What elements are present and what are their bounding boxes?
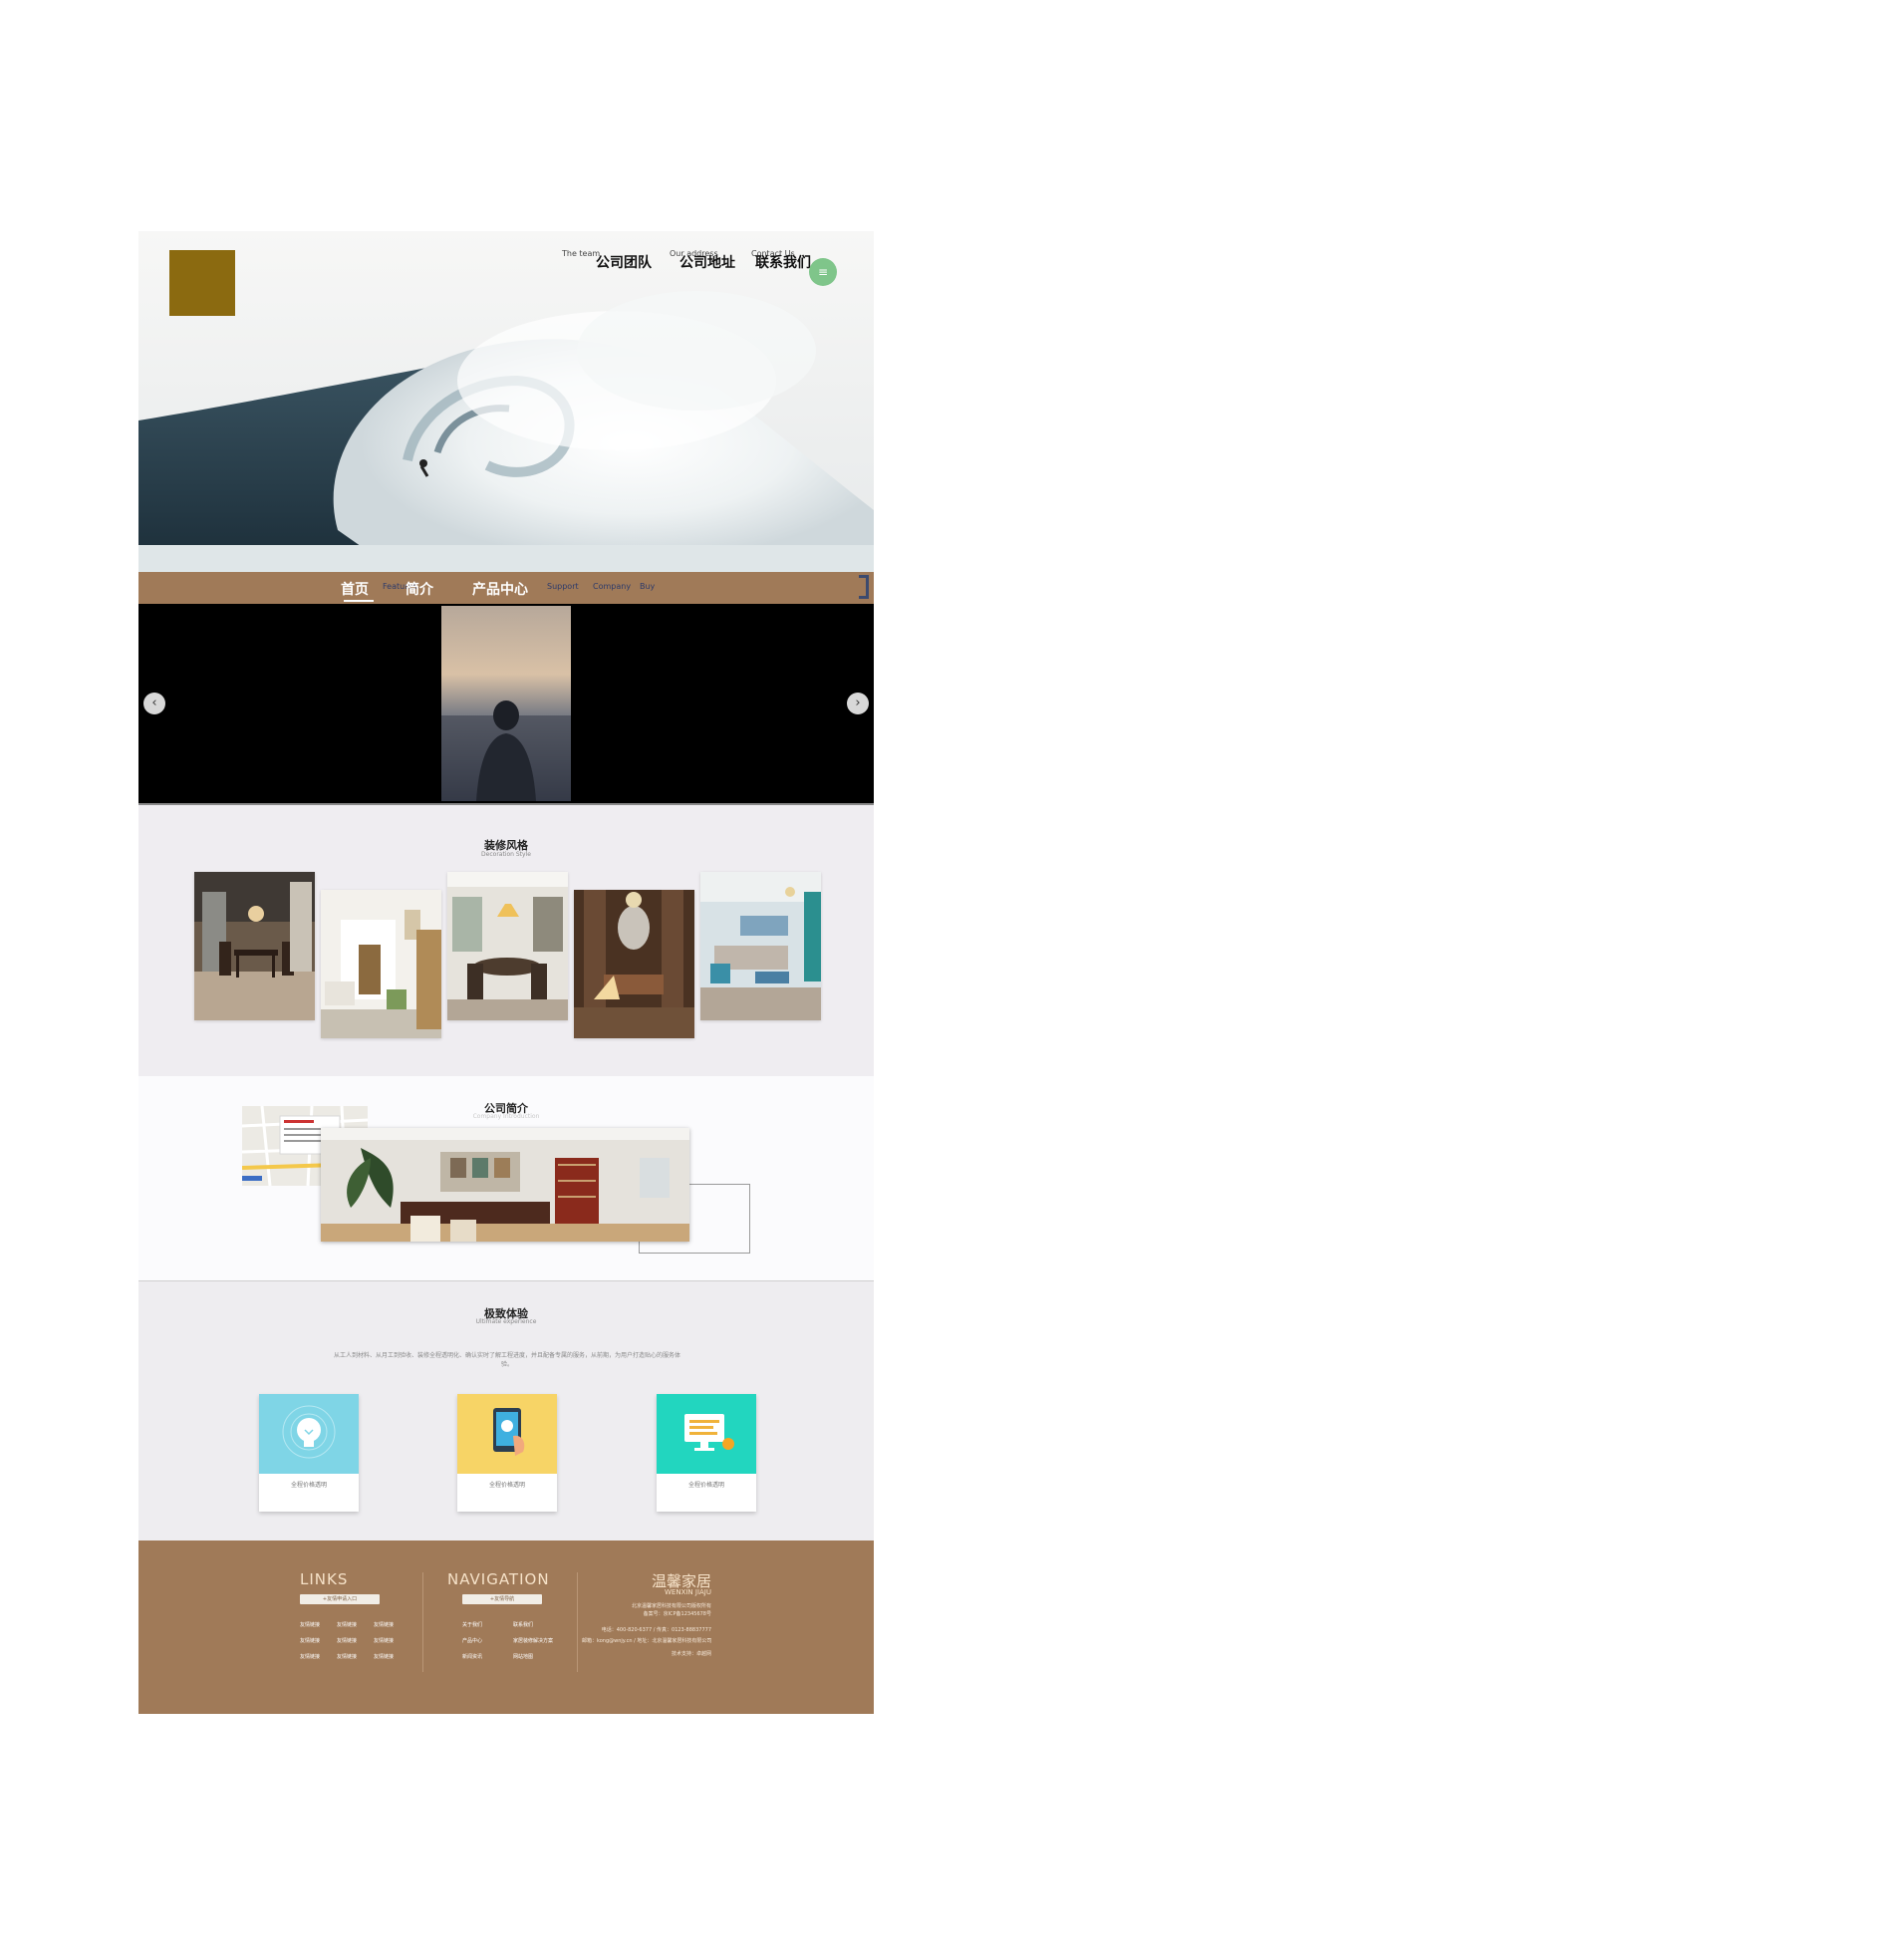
slider-prev-button[interactable]: ‹ xyxy=(143,693,165,714)
hamburger-icon: ≡ xyxy=(817,265,829,279)
lightbulb-icon xyxy=(282,1405,336,1459)
nav-products[interactable]: 产品中心 xyxy=(472,579,528,599)
footer-link[interactable]: 友情链接 xyxy=(337,1621,357,1628)
main-nav: 首页 Features 简介 产品中心 Support Company Buy xyxy=(138,572,874,604)
footer-links-title: LINKS xyxy=(300,1570,349,1588)
footer-link[interactable]: 友情链接 xyxy=(337,1653,357,1660)
card-label: 全程价格透明 xyxy=(290,1482,327,1489)
footer-nav-link[interactable]: 联系我们 xyxy=(513,1621,533,1628)
footer-nav-link[interactable]: 关于我们 xyxy=(462,1621,482,1628)
icp-number: 备案号：京ICP备12345678号 xyxy=(643,1611,711,1617)
card-label: 全程价格透明 xyxy=(687,1482,724,1489)
experience-card[interactable]: 全程价格透明 xyxy=(657,1394,756,1512)
experience-section: 极致体验 Ultimate experience 从工人到材料、从月工到验收、装… xyxy=(138,1281,874,1540)
tech-support: 技术支持：卓越网 xyxy=(671,1651,711,1657)
nav-home[interactable]: 首页 xyxy=(341,579,369,599)
slider-next-button[interactable]: › xyxy=(847,693,869,714)
brand-name-en: WENXIN JIAJU xyxy=(664,1588,711,1596)
decoration-style-section: 装修风格 Decoration Style xyxy=(138,805,874,1076)
card-1-top xyxy=(259,1394,359,1474)
company-intro-section: 公司简介 Company Introduction xyxy=(138,1076,874,1281)
contact-phone: 电话：400-820-6377 / 传真：0123-88837777 xyxy=(601,1627,711,1633)
card-label: 全程价格透明 xyxy=(488,1482,525,1489)
footer: LINKS +友情申请入口 友情链接 友情链接 友情链接 友情链接 友情链接 友… xyxy=(138,1540,874,1714)
bracket-icon xyxy=(859,575,869,599)
image-slider: ‹ › xyxy=(138,604,874,805)
decoration-image-lounge[interactable] xyxy=(574,890,694,1038)
card-3-top xyxy=(657,1394,756,1474)
friend-nav-button[interactable]: +友情导航 xyxy=(462,1594,542,1604)
footer-link[interactable]: 友情链接 xyxy=(374,1637,394,1644)
decoration-image-kitchen[interactable] xyxy=(447,872,568,1020)
nav-active-indicator xyxy=(344,600,374,602)
experience-subtitle: Ultimate experience xyxy=(475,1318,537,1325)
nav-support[interactable]: Support xyxy=(547,582,579,591)
top-nav: The team 公司团队 Our address 公司地址 Contact U… xyxy=(562,249,841,277)
experience-card[interactable]: 全程价格透明 xyxy=(457,1394,557,1512)
menu-button[interactable]: ≡ xyxy=(809,258,837,286)
footer-nav-link[interactable]: 产品中心 xyxy=(462,1637,482,1644)
footer-link[interactable]: 友情链接 xyxy=(300,1653,320,1660)
card-2-top xyxy=(457,1394,557,1474)
tablet-icon xyxy=(493,1408,525,1456)
decoration-image-blue-livingroom[interactable] xyxy=(700,872,821,1020)
footer-link[interactable]: 友情链接 xyxy=(300,1637,320,1644)
nav-intro[interactable]: 简介 xyxy=(406,579,433,599)
footer-nav-title: NAVIGATION xyxy=(447,1570,550,1588)
decoration-image-livingroom[interactable] xyxy=(321,890,441,1038)
decoration-subtitle: Decoration Style xyxy=(481,851,531,858)
experience-card[interactable]: 全程价格透明 xyxy=(259,1394,359,1512)
footer-divider xyxy=(422,1572,423,1672)
top-nav-address[interactable]: 公司地址 xyxy=(679,252,735,272)
hero-wave-image xyxy=(138,231,874,572)
top-nav-contact[interactable]: 联系我们 xyxy=(755,252,811,272)
company-office-image[interactable] xyxy=(321,1128,689,1242)
footer-nav-link[interactable]: 新闻资讯 xyxy=(462,1653,482,1660)
footer-divider xyxy=(577,1572,578,1672)
contact-email: 邮箱：kong@wnjy.cn / 地址：北京温馨家居科技有限公司 xyxy=(582,1638,712,1644)
company-copyright: 北京温馨家居科技有限公司版权所有 xyxy=(631,1603,711,1609)
footer-link[interactable]: 友情链接 xyxy=(337,1637,357,1644)
decoration-image-dining[interactable] xyxy=(194,872,315,1020)
page: The team 公司团队 Our address 公司地址 Contact U… xyxy=(138,0,874,1960)
experience-description: 从工人到材料、从月工到验收、装修全程透明化、确认实时了解工程进度，并且配备专属的… xyxy=(333,1352,680,1368)
footer-nav-link[interactable]: 家居装修解决方案 xyxy=(513,1637,553,1644)
footer-link[interactable]: 友情链接 xyxy=(300,1621,320,1628)
nav-buy[interactable]: Buy xyxy=(640,582,655,591)
top-nav-team-en[interactable]: The team xyxy=(562,249,600,258)
top-nav-team[interactable]: 公司团队 xyxy=(596,252,652,272)
monitor-icon xyxy=(684,1414,734,1451)
header: The team 公司团队 Our address 公司地址 Contact U… xyxy=(138,231,874,572)
logo[interactable] xyxy=(169,250,235,316)
slide-image xyxy=(441,606,571,801)
footer-link[interactable]: 友情链接 xyxy=(374,1653,394,1660)
friend-link-apply-button[interactable]: +友情申请入口 xyxy=(300,1594,380,1604)
nav-company[interactable]: Company xyxy=(593,582,631,591)
footer-nav-link[interactable]: 网站地图 xyxy=(513,1653,533,1660)
footer-link[interactable]: 友情链接 xyxy=(374,1621,394,1628)
